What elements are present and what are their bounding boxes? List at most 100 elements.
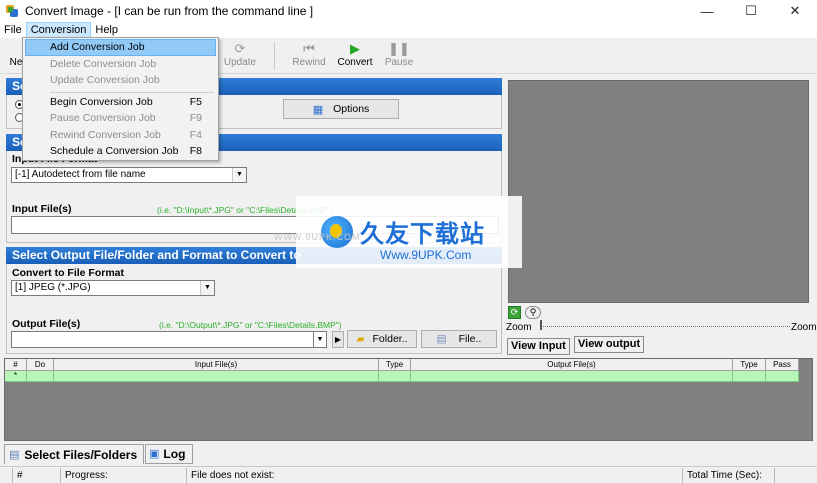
options-button[interactable]: ▦ Options — [283, 99, 399, 119]
menu-rewind-conversion-job[interactable]: Rewind Conversion Job F4 — [25, 127, 216, 144]
menu-item-label: Update Conversion Job — [50, 74, 160, 86]
output-files-hint: (i.e. "D:\Output\*.JPG" or "C:\Files\Det… — [159, 320, 342, 330]
conversion-dropdown-menu: Add Conversion Job Delete Conversion Job… — [22, 37, 219, 161]
folder-icon: ▰ — [356, 333, 365, 345]
grid-cell[interactable] — [733, 371, 766, 382]
section-title: Select Output File/Folder and Format to … — [12, 248, 301, 262]
minimize-button[interactable]: — — [685, 0, 729, 22]
grid-cell[interactable] — [379, 371, 411, 382]
menu-update-conversion-job[interactable]: Update Conversion Job — [25, 72, 216, 89]
grid-cell[interactable] — [411, 371, 733, 382]
conversion-job-grid: # Do Input File(s) Type Output File(s) T… — [4, 358, 813, 441]
pause-icon: ❚❚ — [388, 40, 410, 56]
menu-shortcut: F9 — [189, 112, 202, 124]
files-icon: ▤ — [9, 448, 20, 461]
app-icon — [5, 4, 19, 18]
grid-col-output-files[interactable]: Output File(s) — [411, 359, 733, 371]
options-icon: ▦ — [312, 103, 324, 116]
status-bar: # Progress: File does not exist: Total T… — [0, 466, 817, 483]
grid-col-index[interactable]: # — [5, 359, 27, 371]
toolbar-convert-button[interactable]: ▶ Convert — [334, 40, 376, 72]
grid-cell[interactable] — [766, 371, 799, 382]
grid-col-input-files[interactable]: Input File(s) — [54, 359, 379, 371]
grid-col-output-type[interactable]: Type — [733, 359, 766, 371]
input-files-label: Input File(s) — [12, 203, 72, 215]
convert-format-value: [1] JPEG (*.JPG) — [15, 282, 91, 293]
toolbar-pause-label: Pause — [384, 57, 414, 68]
toolbar-pause-button[interactable]: ❚❚ Pause — [382, 40, 416, 72]
folder-button-label: Folder.. — [372, 333, 408, 345]
chevron-down-icon[interactable]: ▼ — [313, 331, 327, 348]
menu-item-label: Add Conversion Job — [50, 41, 145, 53]
title-bar: Convert Image - [I can be run from the c… — [0, 0, 817, 22]
rewind-icon: ⏮ — [303, 40, 315, 56]
zoom-label-left: Zoom — [506, 322, 532, 333]
menu-shortcut: F4 — [189, 129, 202, 141]
file-button-label: File.. — [458, 333, 482, 345]
zoom-slider-handle[interactable] — [540, 320, 542, 330]
log-icon: ▣ — [149, 448, 160, 460]
convert-format-select[interactable]: [1] JPEG (*.JPG) ▼ — [11, 280, 215, 296]
output-files-field[interactable]: ▼ — [11, 331, 327, 348]
status-total-time: Total Time (Sec): — [682, 468, 772, 483]
convert-format-label: Convert to File Format — [12, 267, 125, 279]
menu-conversion[interactable]: Conversion — [25, 22, 92, 38]
file-icon: ▤ — [436, 333, 447, 345]
menu-item-label: Rewind Conversion Job — [50, 129, 161, 141]
tab-label: Select Files/Folders — [24, 447, 138, 462]
menu-schedule-conversion-job[interactable]: Schedule a Conversion Job F8 — [25, 143, 216, 160]
menu-bar: File Conversion Help — [0, 22, 817, 38]
grid-col-pass[interactable]: Pass — [766, 359, 799, 371]
menu-shortcut: F8 — [189, 145, 202, 157]
close-button[interactable]: ✕ — [773, 0, 817, 22]
maximize-button[interactable]: ☐ — [729, 0, 773, 22]
arrow-right-button[interactable]: ▶ — [332, 331, 344, 348]
toolbar-update-label: Update — [223, 57, 257, 68]
menu-help[interactable]: Help — [91, 22, 122, 38]
chevron-down-icon: ▼ — [200, 281, 214, 295]
table-row[interactable]: * — [5, 371, 799, 382]
watermark-url: Www.9UPK.Com — [380, 248, 472, 262]
menu-item-label: Delete Conversion Job — [50, 58, 157, 70]
toolbar-rewind-button[interactable]: ⏮ Rewind — [290, 40, 328, 72]
menu-item-label: Schedule a Conversion Job — [50, 145, 179, 157]
menu-pause-conversion-job[interactable]: Pause Conversion Job F9 — [25, 110, 216, 127]
watermark-faint-text: WWW.9UPK.COM — [274, 232, 361, 242]
grid-header: # Do Input File(s) Type Output File(s) T… — [5, 359, 799, 371]
grid-col-do[interactable]: Do — [27, 359, 54, 371]
section-panel-3: Convert to File Format [1] JPEG (*.JPG) … — [6, 264, 502, 354]
zoom-icon[interactable]: ⚲ — [525, 306, 541, 319]
toolbar-convert-label: Convert — [337, 57, 373, 68]
grid-cell-index: * — [5, 371, 27, 382]
file-button[interactable]: ▤ File.. — [421, 330, 497, 348]
tab-label: Log — [163, 447, 186, 461]
play-icon: ▶ — [350, 40, 360, 56]
watermark-brand: 久友下载站 — [360, 221, 485, 248]
arrow-right-icon: ▶ — [334, 335, 342, 344]
menu-shortcut: F5 — [189, 96, 202, 108]
status-index: # — [12, 468, 56, 483]
tab-view-output[interactable]: View output — [574, 336, 645, 353]
tab-view-input[interactable]: View Input — [507, 338, 570, 355]
status-progress: Progress: — [60, 468, 184, 483]
folder-button[interactable]: ▰ Folder.. — [347, 330, 417, 348]
input-format-value: [-1] Autodetect from file name — [15, 169, 146, 180]
watermark-overlay: 久友下载站 Www.9UPK.Com WWW.9UPK.COM — [274, 196, 522, 268]
menu-add-conversion-job[interactable]: Add Conversion Job — [25, 39, 216, 56]
input-format-select[interactable]: [-1] Autodetect from file name ▼ — [11, 167, 247, 183]
status-message: File does not exist: — [186, 468, 680, 483]
menu-begin-conversion-job[interactable]: Begin Conversion Job F5 — [25, 94, 216, 111]
refresh-icon[interactable]: ⟳ — [508, 306, 521, 319]
grid-cell[interactable] — [27, 371, 54, 382]
window-title: Convert Image - [I can be run from the c… — [25, 4, 314, 18]
grid-col-input-type[interactable]: Type — [379, 359, 411, 371]
chevron-down-icon: ▼ — [232, 168, 246, 182]
tab-log[interactable]: ▣ Log — [145, 444, 193, 464]
update-icon: ⟳ — [234, 40, 246, 56]
menu-delete-conversion-job[interactable]: Delete Conversion Job — [25, 56, 216, 73]
tab-select-files-folders[interactable]: ▤ Select Files/Folders — [4, 444, 144, 464]
zoom-slider-track[interactable] — [540, 326, 790, 327]
menu-file[interactable]: File — [0, 22, 26, 38]
grid-cell[interactable] — [54, 371, 379, 382]
toolbar-update-button[interactable]: ⟳ Update — [222, 40, 258, 72]
